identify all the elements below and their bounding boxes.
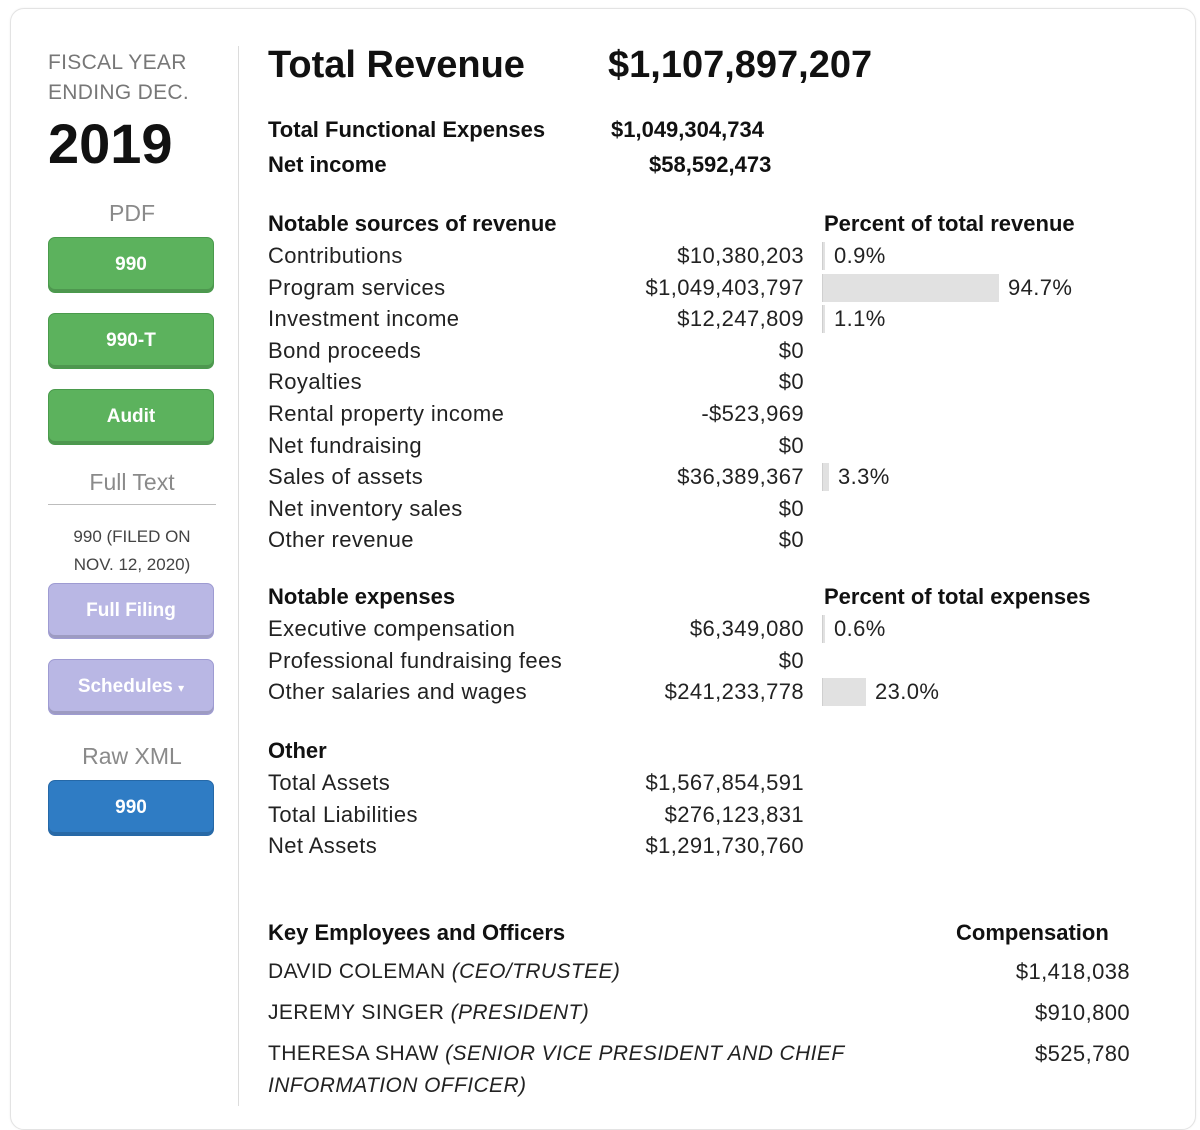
- row-value: $1,291,730,760: [645, 833, 804, 859]
- full-text-label: Full Text: [89, 469, 175, 495]
- caret-down-icon: ▾: [178, 681, 185, 695]
- row-value: $0: [778, 369, 804, 395]
- row-label: Contributions: [268, 243, 403, 268]
- filing-sidebar: FISCAL YEAR ENDING DEC. 2019 PDF 990 990…: [48, 48, 216, 836]
- employee-name: THERESA SHAW: [268, 1042, 439, 1065]
- row-value: $0: [778, 527, 804, 553]
- employee-title: (SENIOR VICE PRESIDENT AND CHIEF: [445, 1042, 845, 1065]
- filed-date-line-2: NOV. 12, 2020): [73, 555, 191, 574]
- row-value: $1,567,854,591: [645, 770, 804, 795]
- row-label: Executive compensation: [268, 616, 516, 641]
- functional-expenses-label: Total Functional Expenses: [268, 117, 546, 142]
- expenses-heading: Notable expenses: [268, 584, 456, 609]
- column-divider: [238, 46, 239, 1106]
- full-text-divider: [48, 504, 216, 505]
- percent-value: 0.6%: [834, 616, 886, 641]
- row-label: Program services: [268, 274, 446, 300]
- total-revenue-label: Total Revenue: [268, 44, 525, 86]
- employee-name-line: JEREMY SINGER (PRESIDENT): [268, 997, 589, 1029]
- fiscal-year: 2019: [48, 112, 173, 175]
- full-filing-button[interactable]: Full Filing: [48, 583, 214, 639]
- row-value: -$523,969: [701, 401, 804, 426]
- fiscal-year-ending-label: ENDING DEC.: [48, 81, 189, 104]
- schedules-label: Schedules: [77, 676, 173, 697]
- employee-compensation: $525,780: [1035, 1041, 1130, 1066]
- row-value: $12,247,809: [677, 306, 804, 332]
- raw-xml-label: Raw XML: [82, 743, 182, 769]
- percent-bar: [822, 242, 825, 270]
- row-value: $0: [778, 432, 804, 458]
- row-value: $0: [778, 337, 804, 363]
- other-heading: Other: [268, 738, 327, 763]
- revenue-heading: Notable sources of revenue: [268, 211, 557, 236]
- net-income-label: Net income: [268, 152, 387, 177]
- revenue-percent-heading: Percent of total revenue: [824, 211, 1075, 236]
- percent-bar: [822, 463, 829, 492]
- row-label: Bond proceeds: [268, 337, 422, 363]
- employee-title: (PRESIDENT): [450, 1001, 590, 1024]
- employees-heading: Key Employees and Officers: [268, 920, 566, 945]
- percent-bar: [822, 305, 825, 334]
- row-label: Royalties: [268, 369, 363, 395]
- row-label: Net Assets: [268, 833, 378, 859]
- row-label: Total Assets: [268, 770, 391, 795]
- functional-expenses-value: $1,049,304,734: [611, 117, 764, 142]
- percent-value: 0.9%: [834, 243, 886, 268]
- percent-bar: [822, 615, 825, 643]
- row-label: Net inventory sales: [268, 495, 463, 521]
- percent-bar: [822, 273, 999, 302]
- employee-compensation: $910,800: [1035, 1000, 1130, 1025]
- employee-name-line: DAVID COLEMAN (CEO/TRUSTEE): [268, 956, 620, 988]
- expenses-percent-heading: Percent of total expenses: [824, 584, 1091, 609]
- compensation-heading: Compensation: [956, 920, 1109, 945]
- row-value: $241,233,778: [664, 679, 804, 705]
- row-label: Total Liabilities: [268, 801, 418, 827]
- row-label: Investment income: [268, 306, 460, 332]
- employee-name: JEREMY SINGER: [268, 1001, 445, 1024]
- total-revenue-value: $1,107,897,207: [608, 44, 873, 86]
- filed-date-line-1: 990 (FILED ON: [73, 527, 191, 546]
- row-value: $0: [778, 495, 804, 521]
- row-value: $276,123,831: [664, 801, 804, 827]
- schedules-dropdown-button[interactable]: Schedules ▾: [48, 659, 214, 715]
- net-income-value: $58,592,473: [649, 152, 772, 177]
- employee-title-continued: INFORMATION OFFICER): [268, 1074, 527, 1097]
- fiscal-year-label: FISCAL YEAR: [48, 51, 187, 74]
- employee-title: (CEO/TRUSTEE): [451, 960, 621, 983]
- pdf-990-button[interactable]: 990: [48, 237, 214, 293]
- pdf-990t-button[interactable]: 990-T: [48, 313, 214, 369]
- percent-value: 1.1%: [834, 306, 886, 332]
- percent-value: 23.0%: [875, 679, 940, 705]
- row-label: Other salaries and wages: [268, 679, 528, 705]
- row-label: Net fundraising: [268, 432, 422, 458]
- row-label: Sales of assets: [268, 464, 424, 490]
- pdf-audit-button[interactable]: Audit: [48, 389, 214, 445]
- employee-compensation: $1,418,038: [1015, 959, 1130, 984]
- row-value: $6,349,080: [689, 616, 804, 641]
- percent-value: 94.7%: [1008, 274, 1073, 300]
- percent-value: 3.3%: [838, 464, 890, 490]
- row-label: Other revenue: [268, 527, 414, 553]
- row-value: $36,389,367: [677, 464, 804, 490]
- pdf-label: PDF: [109, 200, 155, 226]
- row-value: $1,049,403,797: [645, 274, 804, 300]
- percent-bar: [822, 678, 866, 707]
- row-value: $0: [778, 647, 804, 673]
- employee-name: DAVID COLEMAN: [268, 960, 446, 983]
- row-label: Professional fundraising fees: [268, 647, 563, 673]
- row-value: $10,380,203: [677, 243, 804, 268]
- employee-name-line: THERESA SHAW (SENIOR VICE PRESIDENT AND …: [268, 1038, 845, 1070]
- xml-990-button[interactable]: 990: [48, 780, 214, 836]
- row-label: Rental property income: [268, 401, 505, 426]
